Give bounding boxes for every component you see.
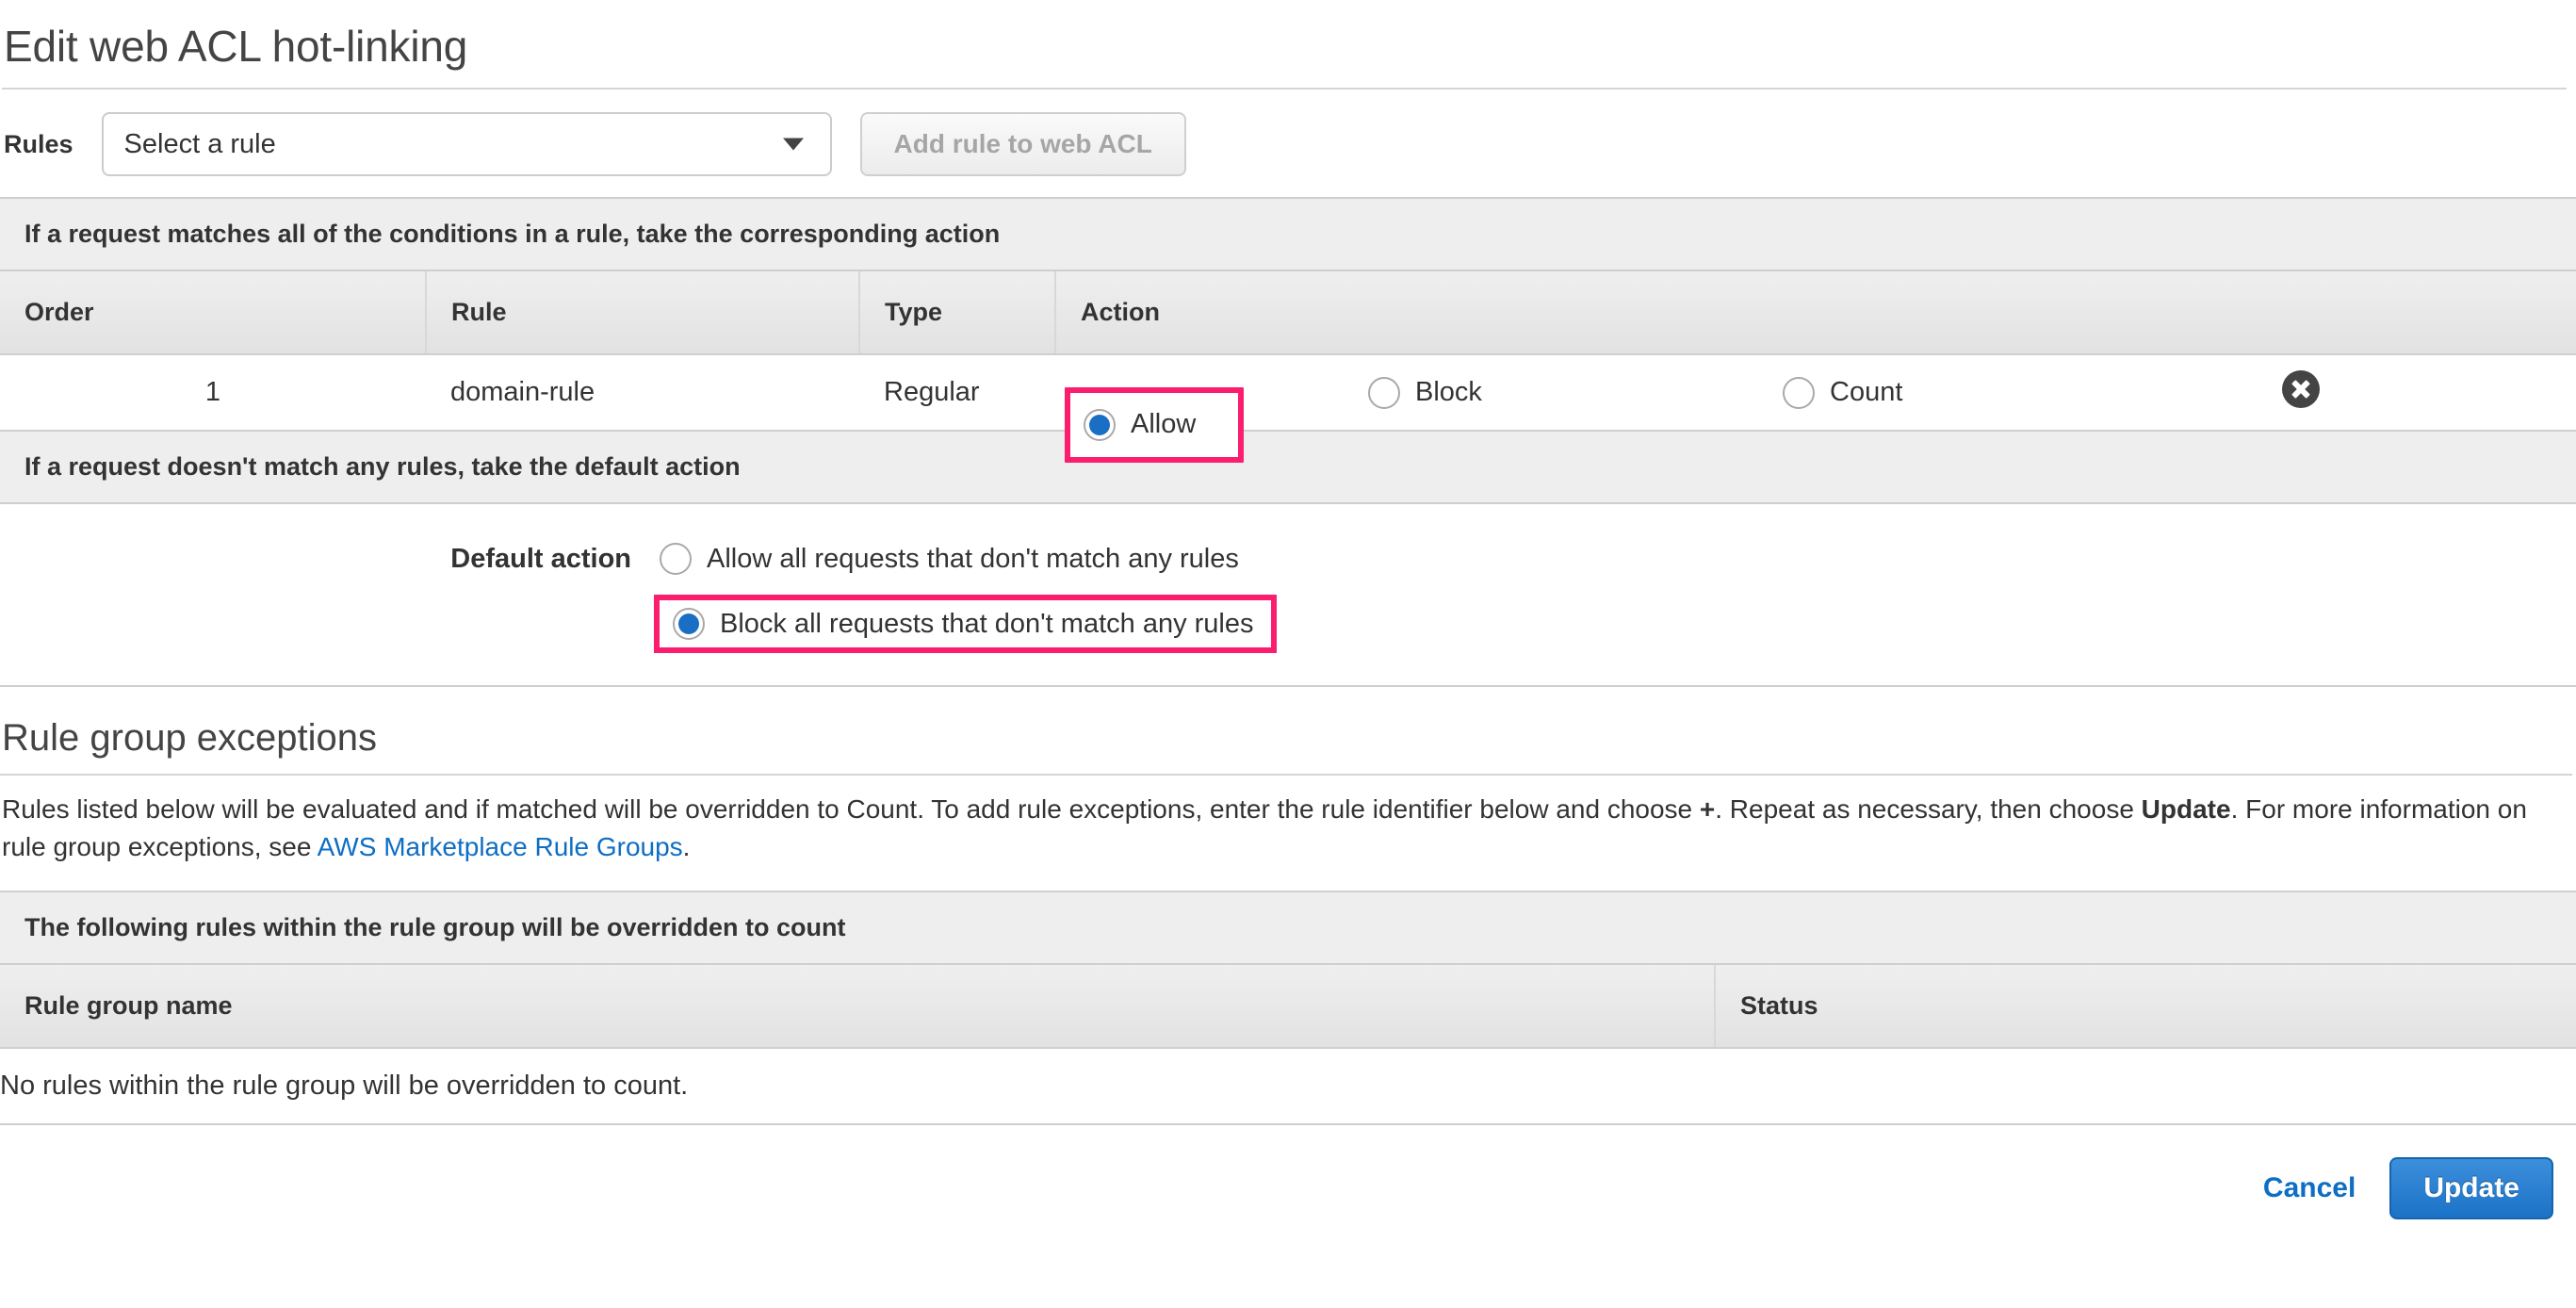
override-table-header-row: Rule group name Status [0, 965, 2576, 1048]
rule-select-dropdown[interactable]: Select a rule [102, 112, 832, 176]
override-table-caption: The following rules within the rule grou… [0, 892, 2576, 965]
rules-selector-row: Rules Select a rule Add rule to web ACL [0, 90, 2576, 197]
page-title: Edit web ACL hot-linking [0, 0, 2576, 73]
rules-table: Order Rule Type Action 1 domain-rule Reg… [0, 271, 2576, 430]
default-action-panel: If a request doesn't match any rules, ta… [0, 432, 2576, 687]
delete-circle-x-icon [2282, 370, 2320, 408]
column-header-type: Type [859, 271, 1055, 354]
rule-group-exceptions-title: Rule group exceptions [0, 687, 2576, 760]
column-header-action: Action [1055, 271, 2576, 354]
radio-default-allow[interactable] [660, 543, 692, 575]
add-rule-to-web-acl-button[interactable]: Add rule to web ACL [860, 112, 1186, 176]
default-action-body: Default action Allow all requests that d… [0, 504, 2576, 685]
default-action-caption: If a request doesn't match any rules, ta… [0, 432, 2576, 504]
column-header-status: Status [1715, 965, 2576, 1048]
default-option-block-label: Block all requests that don't match any … [720, 609, 1254, 640]
edit-web-acl-page: Edit web ACL hot-linking Rules Select a … [0, 0, 2576, 1308]
description-update-word: Update [2142, 794, 2231, 824]
description-plus-symbol: + [1700, 794, 1715, 824]
highlight-box-allow: Allow [1065, 387, 1244, 463]
column-header-rule-group-name: Rule group name [0, 965, 1715, 1048]
override-table-empty-message: No rules within the rule group will be o… [0, 1048, 2576, 1123]
override-table-panel: The following rules within the rule grou… [0, 891, 2576, 1125]
description-part-4: . [683, 832, 691, 861]
column-header-rule: Rule [426, 271, 859, 354]
rule-group-exceptions-description: Rules listed below will be evaluated and… [0, 776, 2572, 891]
description-part-1: Rules listed below will be evaluated and… [2, 794, 1700, 824]
cell-rule: domain-rule [426, 354, 859, 430]
footer-actions: Cancel Update [0, 1125, 2576, 1219]
rules-table-caption: If a request matches all of the conditio… [0, 199, 2576, 271]
chevron-down-icon [783, 139, 804, 151]
rules-label: Rules [4, 130, 73, 159]
default-option-allow-label: Allow all requests that don't match any … [707, 544, 1239, 575]
cancel-button[interactable]: Cancel [2263, 1172, 2356, 1204]
cell-action: Allow Block Count [1055, 354, 2576, 430]
rule-select-value: Select a rule [124, 129, 276, 160]
default-action-label: Default action [0, 544, 660, 575]
radio-block-label: Block [1415, 377, 1482, 408]
table-row: No rules within the rule group will be o… [0, 1048, 2576, 1123]
table-row: 1 domain-rule Regular Allow [0, 354, 2576, 430]
aws-marketplace-rule-groups-link[interactable]: AWS Marketplace Rule Groups [318, 832, 683, 861]
description-part-2: . Repeat as necessary, then choose [1715, 794, 2141, 824]
radio-option-block[interactable]: Block [1347, 377, 1762, 409]
column-header-order: Order [0, 271, 426, 354]
default-action-allow-line: Default action Allow all requests that d… [0, 532, 2576, 585]
radio-allow-label: Allow [1131, 409, 1196, 440]
cell-type: Regular [859, 354, 1055, 430]
radio-default-block[interactable] [673, 608, 705, 640]
update-button[interactable]: Update [2389, 1157, 2553, 1219]
default-action-block-line: Block all requests that don't match any … [0, 585, 2576, 653]
radio-option-count[interactable]: Count [1762, 377, 2177, 409]
radio-block[interactable] [1368, 377, 1400, 409]
override-table: Rule group name Status No rules within t… [0, 965, 2576, 1123]
rules-panel: If a request matches all of the conditio… [0, 197, 2576, 432]
delete-rule-button[interactable] [2282, 370, 2320, 416]
default-option-block[interactable]: Block all requests that don't match any … [654, 595, 1277, 653]
radio-allow[interactable] [1084, 409, 1116, 441]
default-option-allow[interactable]: Allow all requests that don't match any … [660, 532, 1239, 585]
cell-order: 1 [0, 354, 426, 430]
rules-table-header-row: Order Rule Type Action [0, 271, 2576, 354]
radio-count[interactable] [1783, 377, 1815, 409]
radio-count-label: Count [1830, 377, 1902, 408]
